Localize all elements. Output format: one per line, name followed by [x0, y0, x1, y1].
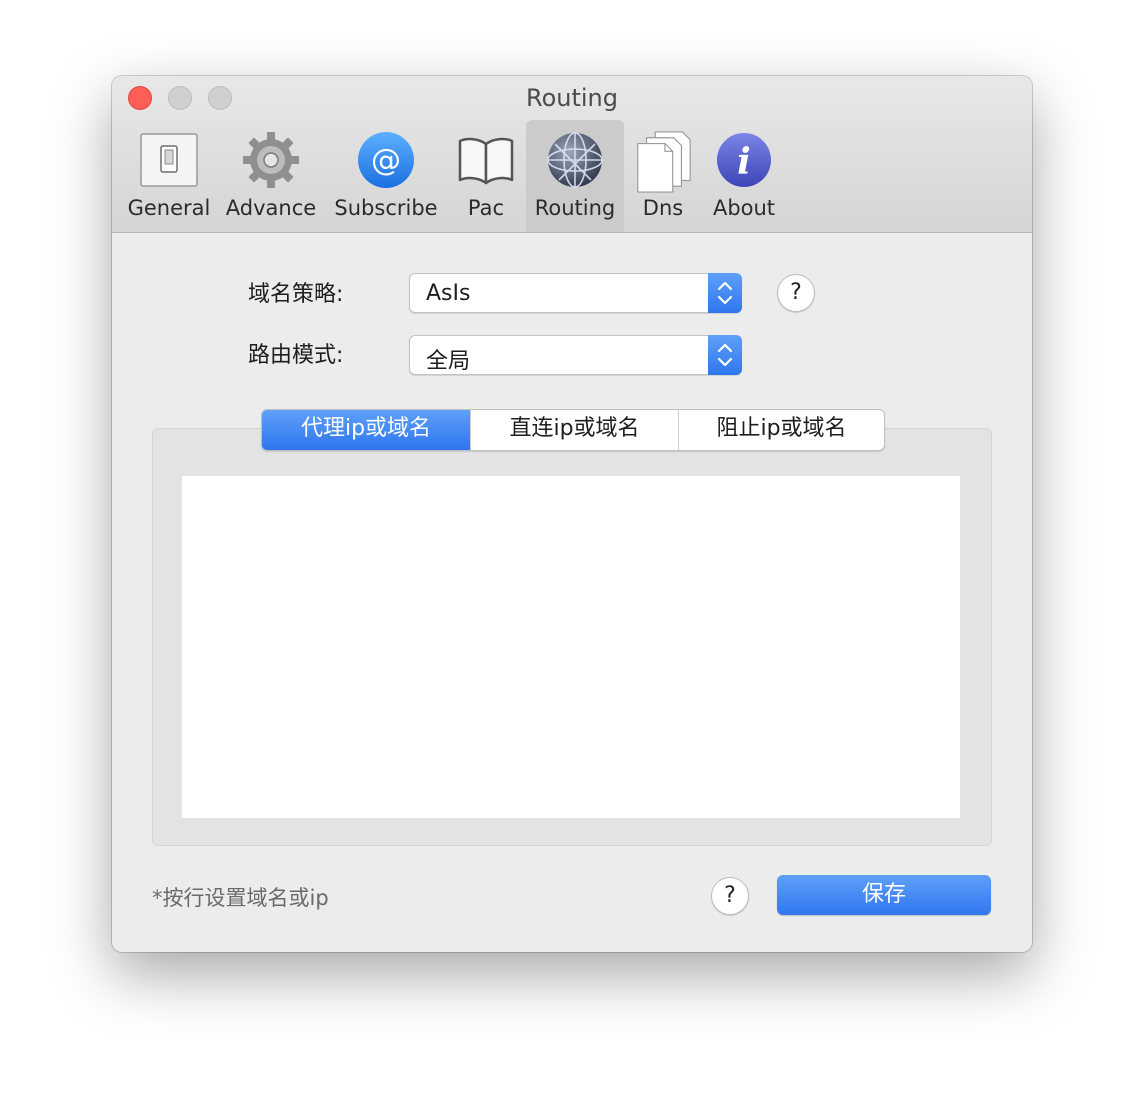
tab-proxy[interactable]: 代理ip或域名	[262, 410, 470, 450]
routing-mode-label: 路由模式:	[248, 343, 344, 368]
toolbar-label-dns: Dns	[642, 196, 684, 220]
domain-strategy-select[interactable]: AsIs	[409, 273, 742, 313]
toolbar-item-routing[interactable]: Routing	[526, 120, 624, 232]
toolbar-label-general: General	[127, 196, 211, 220]
toolbar-item-general[interactable]: General	[124, 120, 214, 232]
network-globe-icon	[547, 132, 603, 188]
gear-icon	[243, 132, 299, 188]
tab-block[interactable]: 阻止ip或域名	[678, 410, 884, 450]
routing-mode-select[interactable]: 全局	[409, 335, 742, 375]
domain-strategy-label: 域名策略:	[248, 282, 344, 307]
toolbar-label-about: About	[712, 196, 776, 220]
domain-strategy-help-button[interactable]: ?	[777, 274, 815, 312]
chevron-up-down-icon	[708, 273, 742, 313]
toolbar-label-advance: Advance	[225, 196, 317, 220]
switch-icon	[140, 133, 198, 187]
toolbar-label-subscribe: Subscribe	[334, 196, 438, 220]
footer-help-button[interactable]: ?	[711, 877, 749, 915]
window-title: Routing	[525, 84, 618, 112]
rules-hint: *按行设置域名或ip	[152, 886, 329, 910]
toolbar-label-pac: Pac	[467, 196, 505, 220]
svg-text:@: @	[371, 143, 401, 178]
toolbar-item-dns[interactable]: Dns	[624, 120, 702, 232]
info-icon: i	[717, 133, 771, 187]
toolbar-item-pac[interactable]: Pac	[450, 120, 522, 232]
chevron-up-down-icon	[708, 335, 742, 375]
toolbar-item-advance[interactable]: Advance	[222, 120, 320, 232]
toolbar-item-about[interactable]: i About	[706, 120, 782, 232]
save-button[interactable]: 保存	[777, 875, 991, 915]
preferences-window: Routing General Advance @ Subscribe Pac …	[112, 76, 1032, 952]
svg-text:i: i	[737, 141, 751, 183]
domain-strategy-value: AsIs	[426, 281, 471, 306]
routing-mode-value: 全局	[426, 349, 471, 374]
at-sign-icon: @	[358, 132, 414, 188]
documents-icon	[637, 131, 691, 193]
rules-text-area[interactable]	[182, 476, 960, 818]
toolbar-item-subscribe[interactable]: @ Subscribe	[330, 120, 442, 232]
rule-type-tabs: 代理ip或域名 直连ip或域名 阻止ip或域名	[261, 409, 885, 451]
tab-direct[interactable]: 直连ip或域名	[470, 410, 678, 450]
toolbar-label-routing: Routing	[534, 196, 616, 220]
book-icon	[458, 137, 514, 185]
title-bar: Routing General Advance @ Subscribe Pac …	[112, 76, 1032, 233]
